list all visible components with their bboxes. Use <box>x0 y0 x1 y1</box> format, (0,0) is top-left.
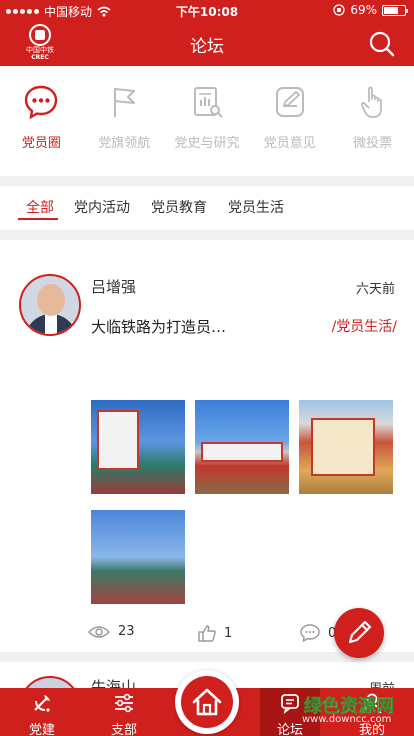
nav-branch[interactable]: 支部 <box>94 688 154 736</box>
category-member-opinions[interactable]: 党员意见 <box>248 66 331 176</box>
pencil-icon <box>348 620 372 644</box>
forum-page: 中国移动 下午10:08 69% 中国中铁 CREC 论坛 党员圈 党旗领航 党… <box>0 0 414 736</box>
nav-home-button[interactable] <box>175 670 239 734</box>
category-party-circle[interactable]: 党员圈 <box>0 66 83 176</box>
tab-party-education[interactable]: 党员教育 <box>151 197 207 217</box>
status-right: 69% <box>333 3 408 17</box>
nav-label: 党建 <box>28 723 55 736</box>
category-label: 党史与研究 <box>174 136 240 151</box>
party-emblem-icon <box>34 695 50 712</box>
post-photo[interactable] <box>91 400 185 494</box>
tab-party-activities[interactable]: 党内活动 <box>74 197 130 217</box>
compose-button[interactable] <box>334 608 384 658</box>
views-stat: 23 <box>88 624 135 639</box>
category-label: 党员意见 <box>263 136 316 151</box>
edit-note-icon <box>275 87 304 117</box>
page-title: 论坛 <box>190 37 224 57</box>
tab-member-life[interactable]: 党员生活 <box>228 197 284 217</box>
active-tab-indicator <box>18 218 58 220</box>
app-header: 中国中铁 CREC 论坛 <box>0 22 414 66</box>
post-photo[interactable] <box>299 400 393 494</box>
nav-party-building[interactable]: 党建 <box>12 688 72 736</box>
comment-icon <box>300 624 320 642</box>
category-party-history[interactable]: 党史与研究 <box>166 66 249 176</box>
thumbs-up-icon <box>198 625 216 642</box>
flag-icon <box>114 88 136 117</box>
section-divider <box>0 230 414 240</box>
sliders-icon <box>115 693 133 713</box>
orientation-lock-icon <box>333 4 345 16</box>
tab-all[interactable]: 全部 <box>26 197 54 217</box>
eye-icon <box>88 625 110 638</box>
battery-icon <box>382 4 408 16</box>
views-count: 23 <box>118 624 135 639</box>
post-time: 六天前 <box>355 282 395 297</box>
section-divider <box>0 176 414 186</box>
nav-label: 支部 <box>110 723 137 736</box>
post-author[interactable]: 吕增强 <box>91 276 136 297</box>
post-photo[interactable] <box>91 510 185 604</box>
avatar[interactable] <box>19 274 81 336</box>
battery-percent: 69% <box>350 3 377 17</box>
post-tag[interactable]: /党员生活/ <box>332 316 397 336</box>
watermark-url: www.downcc.com <box>302 714 392 725</box>
category-micro-vote[interactable]: 微投票 <box>331 66 414 176</box>
likes-stat[interactable]: 1 <box>198 624 232 642</box>
comments-stat[interactable]: 0 <box>300 624 336 642</box>
book-search-icon <box>193 87 223 118</box>
likes-count: 1 <box>224 625 233 641</box>
watermark: 绿色资源网 www.downcc.com <box>298 690 408 734</box>
filter-tabs: 全部 党内活动 党员教育 党员生活 <box>0 186 414 230</box>
search-icon[interactable] <box>368 30 396 58</box>
home-icon <box>192 688 222 716</box>
category-label: 党旗领航 <box>98 136 151 151</box>
status-bar: 中国移动 下午10:08 69% <box>0 0 414 22</box>
category-bar: 党员圈 党旗领航 党史与研究 党员意见 微投票 <box>0 66 414 176</box>
post-photo[interactable] <box>195 400 289 494</box>
chat-bubble-icon <box>25 85 58 120</box>
category-label: 党员圈 <box>21 136 61 151</box>
post-excerpt[interactable]: 大临铁路为打造员… <box>91 316 226 337</box>
category-flag-navigation[interactable]: 党旗领航 <box>83 66 166 176</box>
category-label: 微投票 <box>353 136 393 151</box>
hand-tap-icon <box>360 86 382 118</box>
